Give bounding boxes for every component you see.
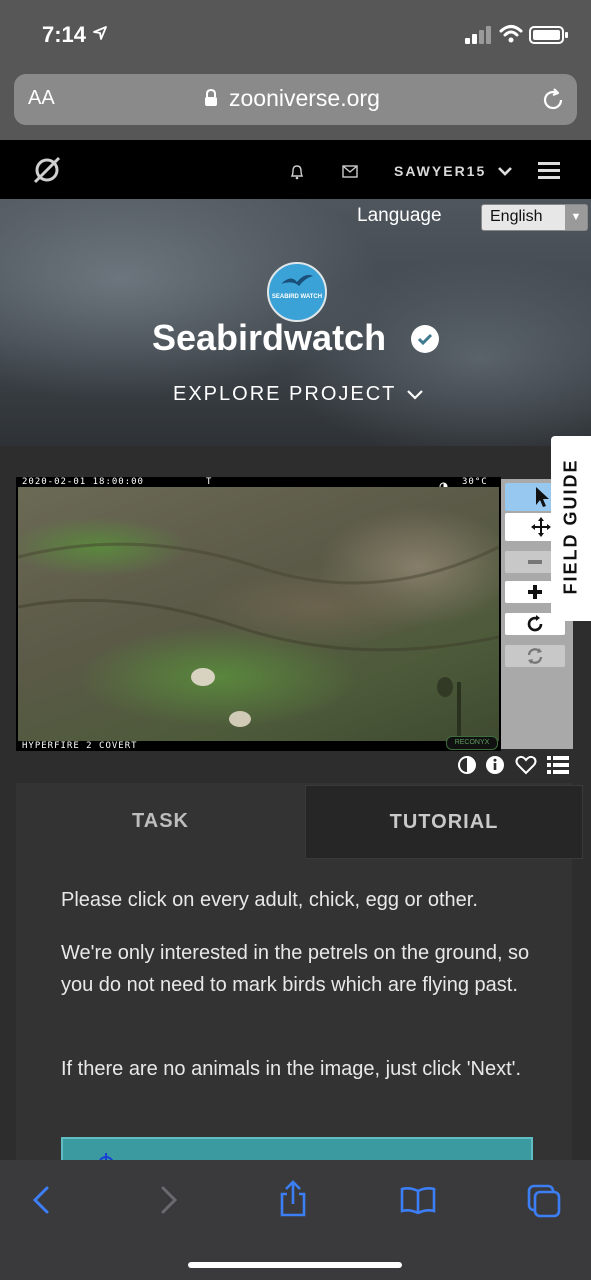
image-timestamp: 2020-02-01 18:00:00 — [22, 477, 144, 487]
subject-meta-toolbar — [457, 755, 572, 777]
explore-project-button[interactable]: EXPLORE PROJECT — [173, 383, 396, 406]
heart-icon[interactable] — [515, 755, 537, 780]
chevron-down-icon[interactable] — [406, 388, 424, 406]
tabs-icon[interactable] — [527, 1184, 561, 1223]
chevron-down-icon[interactable] — [497, 164, 513, 182]
project-avatar[interactable]: SEABIRD WATCH — [267, 262, 327, 322]
tab-task[interactable]: TASK — [16, 785, 305, 857]
field-guide-label: FIELD GUIDE — [560, 458, 581, 595]
rotate-icon — [527, 615, 543, 632]
language-selected-value: English — [490, 208, 543, 225]
url-text[interactable]: zooniverse.org — [229, 85, 380, 112]
reload-icon[interactable] — [541, 88, 565, 117]
bookmarks-icon[interactable] — [400, 1186, 436, 1219]
lock-icon — [204, 88, 218, 112]
info-icon[interactable] — [485, 755, 505, 780]
subject-image[interactable] — [18, 487, 499, 741]
zooniverse-logo-icon[interactable] — [33, 156, 61, 189]
zooniverse-navbar: SAWYER15 — [0, 140, 591, 199]
move-icon — [531, 517, 551, 537]
task-instruction: We're only interested in the petrels on … — [61, 942, 530, 996]
dropdown-arrow-icon: ▼ — [565, 205, 587, 230]
mail-icon[interactable] — [342, 165, 358, 183]
status-bar: 7:14 — [0, 0, 591, 68]
contrast-icon[interactable] — [457, 755, 477, 780]
task-instruction: Please click on every adult, chick, egg … — [61, 889, 478, 911]
home-indicator — [188, 1262, 402, 1268]
battery-icon — [529, 25, 569, 50]
wifi-icon — [499, 24, 523, 49]
project-hero: Language English ▼ SEABIRD WATCH Seabird… — [0, 199, 591, 446]
image-temperature: 30°C — [462, 477, 488, 487]
project-logo-text: SEABIRD WATCH — [271, 294, 323, 300]
safari-address-area: AA zooniverse.org — [0, 68, 591, 140]
task-instruction: If there are no animals in the image, ju… — [61, 1058, 522, 1080]
hamburger-menu-icon[interactable] — [538, 162, 560, 185]
minus-icon — [528, 560, 542, 564]
collections-list-icon[interactable] — [547, 756, 569, 779]
user-menu-button[interactable]: SAWYER15 — [394, 163, 486, 179]
subject-viewer[interactable]: 2020-02-01 18:00:00 T 30°C HYPERFIRE 2 C… — [16, 477, 501, 751]
back-icon[interactable] — [32, 1186, 50, 1219]
forward-icon[interactable] — [160, 1186, 178, 1219]
image-marker: T — [206, 477, 213, 487]
location-arrow-icon — [92, 25, 108, 46]
bell-icon[interactable] — [289, 164, 305, 185]
seabird-icon — [281, 274, 313, 286]
cellular-signal-icon — [465, 26, 493, 49]
clock: 7:14 — [42, 22, 87, 47]
field-guide-tab[interactable]: FIELD GUIDE — [551, 436, 591, 621]
plus-icon — [528, 585, 542, 599]
tab-tutorial[interactable]: TUTORIAL — [305, 785, 583, 859]
verified-badge-icon — [411, 325, 439, 353]
reset-view-button[interactable] — [505, 645, 565, 667]
camera-model-label: HYPERFIRE 2 COVERT — [22, 741, 138, 751]
language-select[interactable]: English ▼ — [481, 204, 588, 231]
safari-toolbar — [0, 1160, 591, 1280]
share-icon[interactable] — [278, 1180, 308, 1223]
text-size-button[interactable]: AA — [28, 87, 55, 110]
page-title: Seabirdwatch — [152, 317, 387, 358]
address-bar[interactable]: AA zooniverse.org — [14, 74, 577, 125]
reconyx-logo: RECONYX — [446, 736, 498, 750]
reset-icon — [527, 648, 543, 664]
language-label: Language — [357, 205, 442, 226]
pointer-icon — [536, 487, 549, 507]
task-panel: TASK TUTORIAL Please click on every adul… — [16, 783, 583, 1181]
